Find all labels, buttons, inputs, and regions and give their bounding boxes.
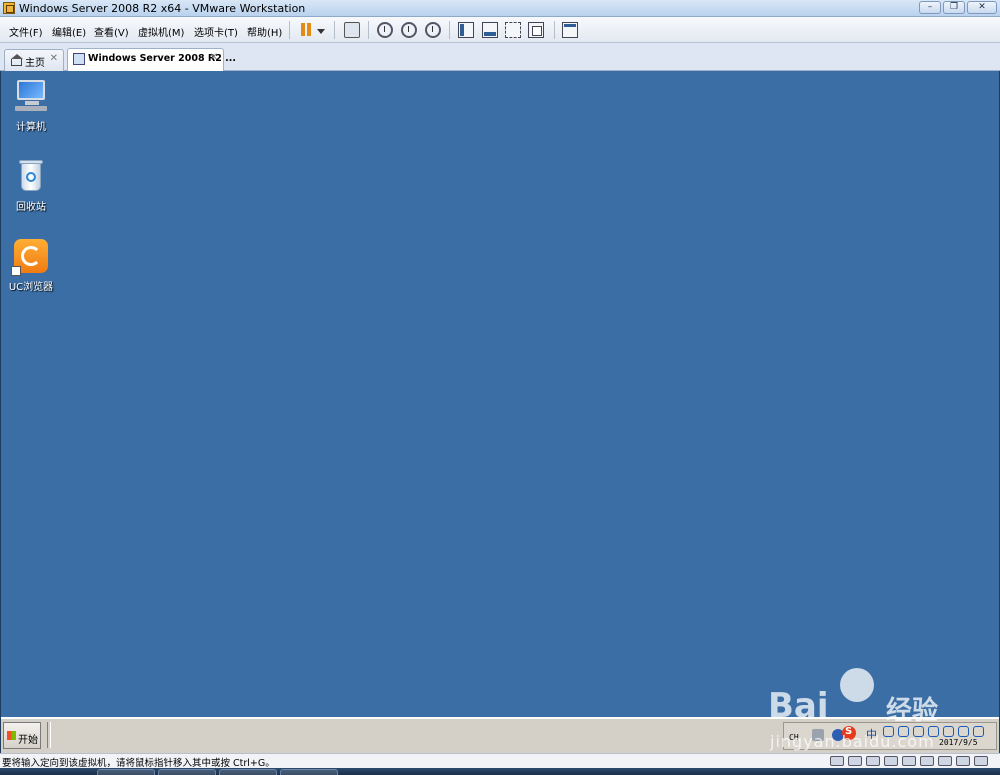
vmware-app-icon [3, 2, 15, 14]
desktop-icon-computer[interactable]: 计算机 [1, 78, 61, 133]
unity-icon[interactable] [528, 22, 544, 38]
tab-home[interactable]: 主页 ✕ [4, 49, 64, 71]
desktop-icon-recycle-bin[interactable]: 回收站 [1, 158, 61, 213]
menu-tabs[interactable]: 选项卡(T) [194, 24, 238, 39]
view-thumbnail-icon[interactable] [482, 22, 498, 38]
host-taskbar [0, 768, 1000, 775]
minimize-button[interactable]: – [919, 1, 941, 14]
dropdown-icon[interactable] [317, 29, 325, 34]
start-button[interactable]: 开始 [3, 722, 41, 749]
window-controls: – ❐ ✕ [919, 1, 997, 14]
taskbar-divider [47, 722, 51, 748]
toolbar-separator [449, 21, 450, 39]
close-button[interactable]: ✕ [967, 1, 997, 14]
watermark-word: Bai [768, 686, 829, 726]
uc-browser-icon [11, 238, 49, 276]
tab-home-label: 主页 [25, 58, 45, 69]
recycle-bin-icon [13, 158, 49, 194]
console-view-icon[interactable] [562, 22, 578, 38]
windows-logo-icon [7, 731, 16, 740]
title-bar: Windows Server 2008 R2 x64 - VMware Work… [0, 0, 1000, 17]
toolbar-separator [334, 21, 335, 39]
settings-wrench-icon[interactable] [973, 726, 984, 737]
baidu-watermark: Bai 经验 jingyan.baidu.com [768, 668, 958, 758]
fullscreen-icon[interactable] [505, 22, 521, 38]
network-icon[interactable] [344, 22, 360, 38]
menu-edit[interactable]: 编辑(E) [52, 24, 86, 39]
restore-button[interactable]: ❐ [943, 1, 965, 14]
paw-icon [840, 668, 874, 702]
home-icon [10, 54, 23, 66]
pause-icon[interactable] [299, 22, 315, 38]
host-taskbar-button[interactable] [158, 769, 216, 775]
snapshot-manager-icon[interactable] [425, 22, 441, 38]
toolbar-separator [554, 21, 555, 39]
menu-view[interactable]: 查看(V) [94, 24, 129, 39]
host-taskbar-button[interactable] [97, 769, 155, 775]
start-label: 开始 [18, 735, 38, 746]
menu-toolbar: 文件(F) 编辑(E) 查看(V) 虚拟机(M) 选项卡(T) 帮助(H) [0, 17, 1000, 43]
window-title: Windows Server 2008 R2 x64 - VMware Work… [19, 2, 306, 15]
revert-snapshot-icon[interactable] [401, 22, 417, 38]
menu-file[interactable]: 文件(F) [9, 24, 43, 39]
desktop-icon-uc-browser[interactable]: UC浏览器 [1, 238, 61, 293]
tab-close-icon[interactable]: ✕ [50, 53, 58, 64]
watermark-url: jingyan.baidu.com [770, 732, 935, 751]
desktop-icon-label: UC浏览器 [8, 282, 54, 293]
toolbar-separator [289, 21, 290, 39]
host-taskbar-button[interactable] [219, 769, 277, 775]
message-icon[interactable] [974, 756, 988, 766]
snapshot-icon[interactable] [377, 22, 393, 38]
desktop-icon-label: 回收站 [16, 202, 46, 213]
desktop-icon-label: 计算机 [16, 122, 46, 133]
guest-desktop[interactable]: 计算机 回收站 UC浏览器 [1, 71, 999, 717]
host-taskbar-button[interactable] [280, 769, 338, 775]
tab-bar: 主页 ✕ Windows Server 2008 R2 ... ✕ [0, 43, 1000, 71]
toolbar-separator [368, 21, 369, 39]
watermark-cn: 经验 [886, 696, 939, 726]
view-sidebar-icon[interactable] [458, 22, 474, 38]
shortcut-arrow-icon [11, 266, 21, 276]
tab-close-icon[interactable]: ✕ [210, 52, 218, 63]
menu-vm[interactable]: 虚拟机(M) [138, 24, 184, 39]
display-icon[interactable] [956, 756, 970, 766]
skin-icon[interactable] [958, 726, 969, 737]
tab-vm[interactable]: Windows Server 2008 R2 ... ✕ [67, 48, 236, 71]
computer-icon [13, 78, 49, 114]
menu-help[interactable]: 帮助(H) [247, 24, 282, 39]
vm-icon [73, 53, 85, 65]
status-message: 要将输入定向到该虚拟机，请将鼠标指针移入其中或按 Ctrl+G。 [2, 758, 275, 769]
